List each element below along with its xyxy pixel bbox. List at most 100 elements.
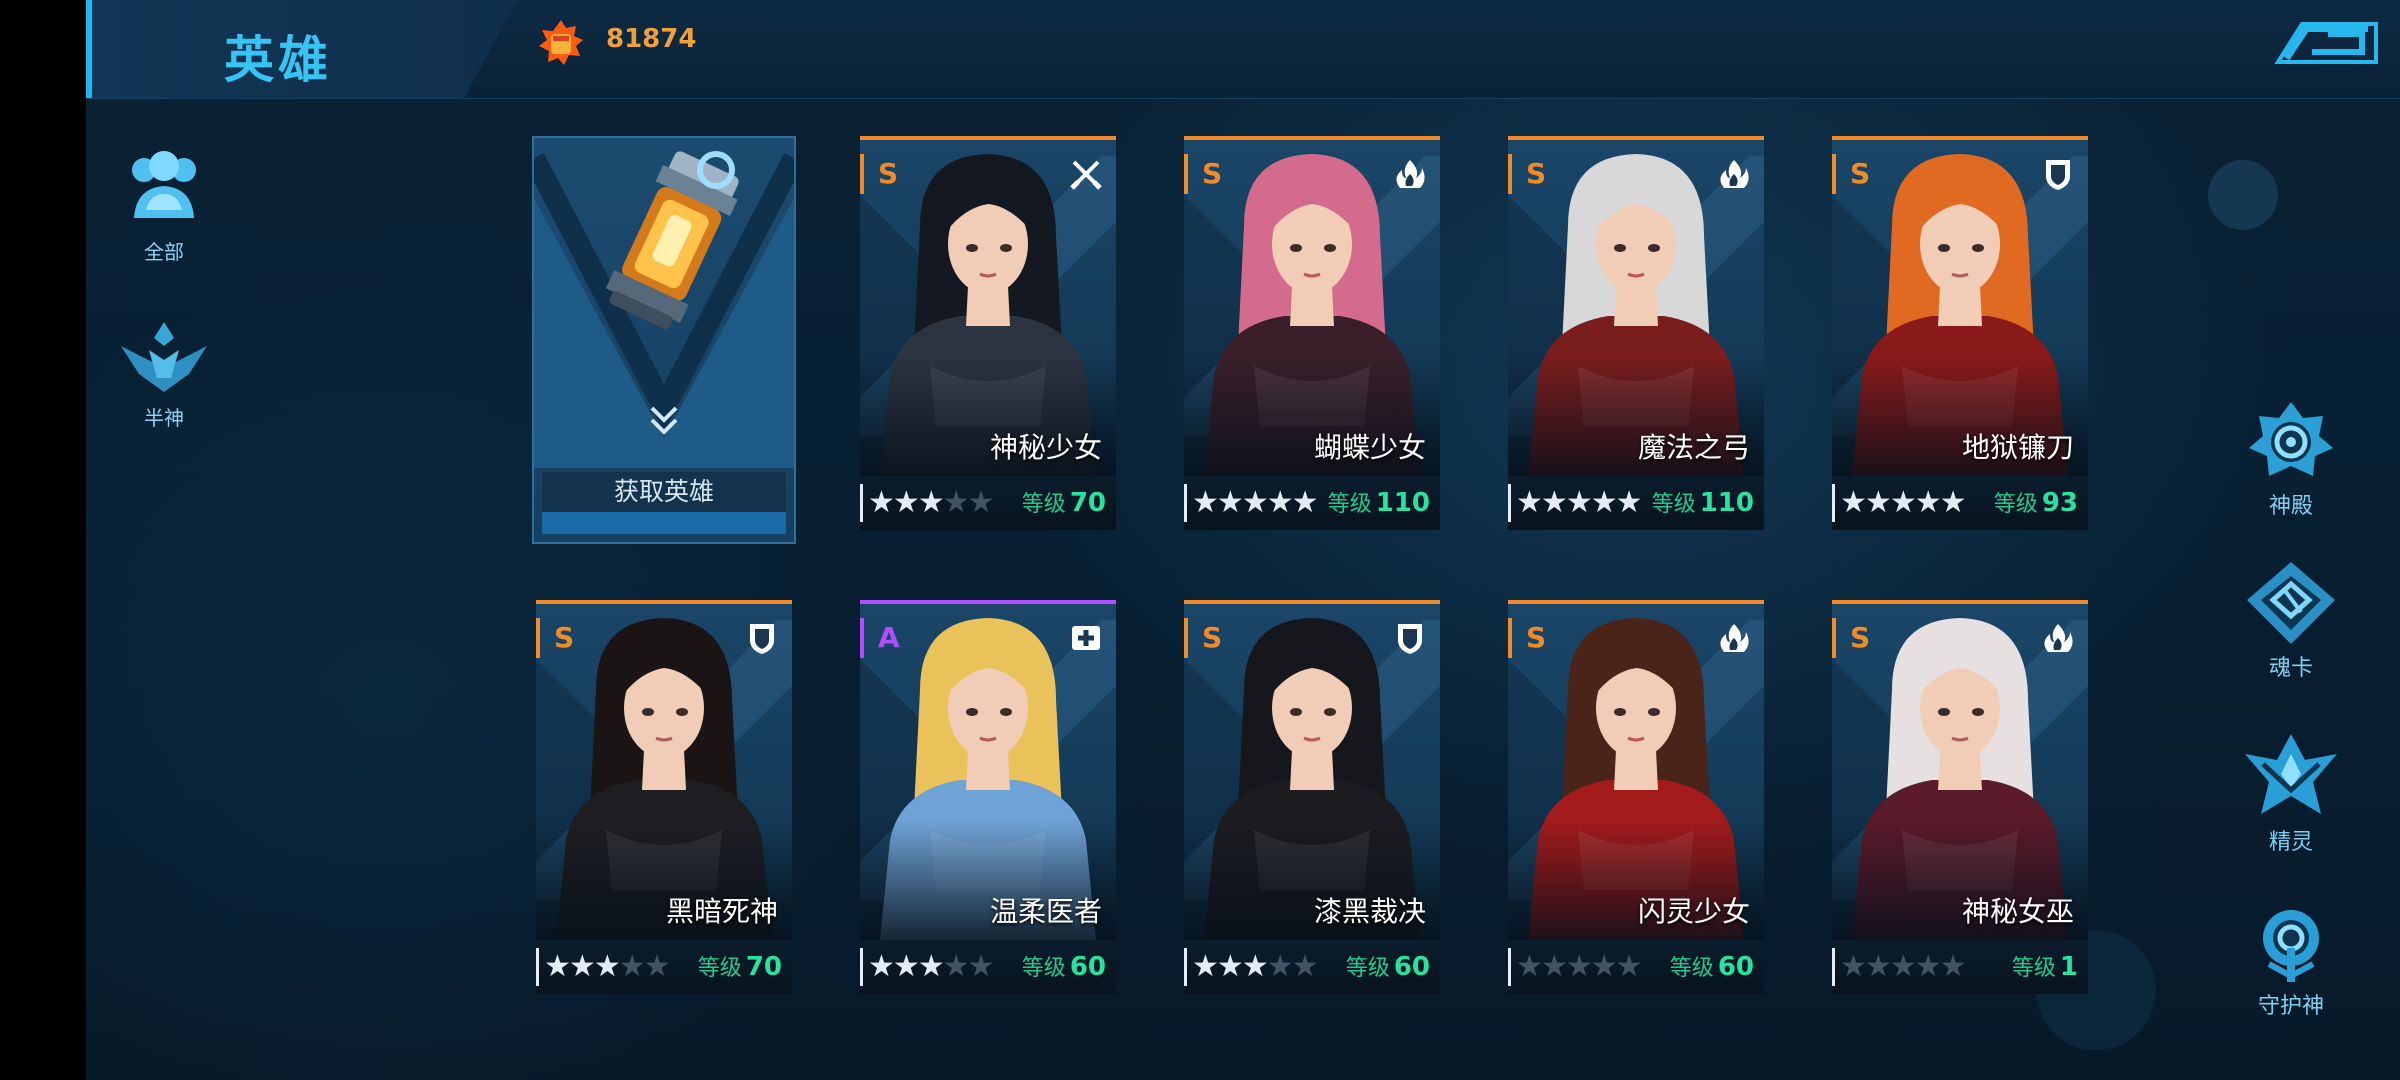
hero-card[interactable]: S 漆黑裁决 ★★★★★ 等级 60 — [1184, 600, 1440, 994]
back-button[interactable] — [2272, 14, 2382, 70]
level-label: 等级 — [1021, 492, 1066, 517]
star-rating: ★★★★★ — [1840, 948, 1967, 986]
hero-card[interactable]: S 闪灵少女 ★★★★★ 等级 60 — [1508, 600, 1764, 994]
hero-level: 等级 110 — [1652, 488, 1754, 520]
rank-badge: S — [536, 618, 604, 658]
flame-icon — [1720, 624, 1749, 652]
level-label: 等级 — [1327, 492, 1372, 517]
star-icon: ★ — [1914, 949, 1942, 984]
rarity-line — [1832, 600, 2088, 604]
star-icon: ★ — [1864, 485, 1892, 520]
hero-level: 等级 60 — [1670, 952, 1754, 984]
hero-card[interactable]: S 神秘少女 ★★★★★ 等级 70 — [860, 136, 1116, 530]
hero-name: 温柔医者 — [989, 895, 1102, 928]
flame-icon — [2044, 624, 2073, 652]
get-hero-card[interactable]: 获取英雄 — [532, 136, 796, 544]
star-icon: ★ — [1291, 949, 1319, 984]
hero-card[interactable]: S 黑暗死神 ★★★★★ 等级 70 — [536, 600, 792, 994]
all-heroes-icon — [132, 151, 196, 218]
top-bar: 英雄 81874 — [86, 0, 2400, 99]
hero-level: 等级 93 — [1994, 488, 2078, 520]
get-hero-label: 获取英雄 — [542, 472, 786, 512]
star-icon: ★ — [1241, 485, 1269, 520]
temple-icon — [2249, 402, 2333, 476]
level-value: 93 — [2041, 488, 2078, 518]
star-icon: ★ — [967, 949, 995, 984]
hero-name: 神秘少女 — [989, 431, 1102, 464]
get-hero-footer — [542, 512, 786, 534]
level-label: 等级 — [1021, 956, 1066, 981]
star-rating: ★★★★★ — [1516, 484, 1643, 522]
star-icon: ★ — [892, 949, 920, 984]
level-value: 1 — [2059, 952, 2078, 982]
flame-icon — [1720, 160, 1749, 188]
card-footer: ★★★★★ 等级 110 — [1184, 476, 1440, 530]
star-icon: ★ — [1516, 949, 1543, 984]
right-nav-spirit[interactable]: 精灵 — [2236, 730, 2346, 856]
card-footer: ★★★★★ 等级 60 — [1508, 940, 1764, 994]
star-icon: ★ — [868, 949, 895, 984]
level-value: 70 — [1069, 488, 1106, 518]
star-rating: ★★★★★ — [868, 484, 995, 522]
hero-name: 闪灵少女 — [1637, 895, 1750, 928]
hero-name: 漆黑裁决 — [1313, 895, 1426, 928]
star-icon: ★ — [967, 485, 995, 520]
star-icon: ★ — [1540, 485, 1568, 520]
star-icon: ★ — [1540, 949, 1568, 984]
hero-name: 地狱镰刀 — [1961, 431, 2074, 464]
footer-divider — [1184, 948, 1187, 986]
star-icon: ★ — [1565, 485, 1593, 520]
star-icon: ★ — [1266, 485, 1294, 520]
demigod-icon — [121, 322, 207, 392]
title-accent — [86, 0, 92, 98]
hero-name: 蝴蝶少女 — [1313, 431, 1426, 464]
star-icon: ★ — [1291, 485, 1319, 520]
level-value: 60 — [1069, 952, 1106, 982]
right-nav-guardian[interactable]: 守护神 — [2236, 904, 2346, 1020]
heal-cross-icon — [1072, 626, 1100, 650]
hero-level: 等级 60 — [1346, 952, 1430, 984]
rarity-line — [1832, 136, 2088, 140]
star-rating: ★★★★★ — [868, 948, 995, 986]
star-icon: ★ — [568, 949, 596, 984]
right-nav-temple[interactable]: 神殿 — [2236, 398, 2346, 520]
hero-card[interactable]: S 神秘女巫 ★★★★★ 等级 1 — [1832, 600, 2088, 994]
star-icon: ★ — [1615, 485, 1643, 520]
right-nav-soulcard[interactable]: 魂卡 — [2236, 560, 2346, 682]
level-label: 等级 — [1345, 956, 1390, 981]
left-nav-all[interactable]: 全部 — [114, 148, 214, 265]
rank-badge: S — [1832, 618, 1900, 658]
right-nav-temple-label: 神殿 — [2268, 494, 2313, 519]
star-icon: ★ — [1889, 949, 1917, 984]
star-icon: ★ — [1840, 949, 1867, 984]
level-label: 等级 — [697, 956, 742, 981]
card-footer: ★★★★★ 等级 70 — [536, 940, 792, 994]
hero-card[interactable]: A 温柔医者 ★★★★★ 等级 60 — [860, 600, 1116, 994]
hero-card[interactable]: S 魔法之弓 ★★★★★ 等级 110 — [1508, 136, 1764, 530]
star-icon: ★ — [618, 949, 646, 984]
hero-card[interactable]: S 蝴蝶少女 ★★★★★ 等级 110 — [1184, 136, 1440, 530]
star-icon: ★ — [1266, 949, 1294, 984]
star-icon: ★ — [1939, 949, 1967, 984]
star-icon: ★ — [1889, 485, 1917, 520]
rank-badge: S — [860, 154, 928, 194]
star-icon: ★ — [892, 485, 920, 520]
hero-level: 等级 70 — [698, 952, 782, 984]
fist-icon — [539, 20, 583, 65]
card-footer: ★★★★★ 等级 1 — [1832, 940, 2088, 994]
footer-divider — [536, 948, 539, 986]
star-icon: ★ — [868, 485, 895, 520]
footer-divider — [1508, 948, 1511, 986]
star-rating: ★★★★★ — [1192, 484, 1319, 522]
star-icon: ★ — [1192, 949, 1219, 984]
flame-icon — [1396, 160, 1425, 188]
right-nav-spirit-label: 精灵 — [2268, 830, 2313, 855]
star-icon: ★ — [1864, 949, 1892, 984]
footer-divider — [1832, 484, 1835, 522]
hero-card[interactable]: S 地狱镰刀 ★★★★★ 等级 93 — [1832, 136, 2088, 530]
footer-divider — [1508, 484, 1511, 522]
left-nav-demigod[interactable]: 半神 — [114, 316, 214, 431]
star-icon: ★ — [1590, 485, 1618, 520]
star-icon: ★ — [593, 949, 621, 984]
rarity-line — [860, 136, 1116, 140]
